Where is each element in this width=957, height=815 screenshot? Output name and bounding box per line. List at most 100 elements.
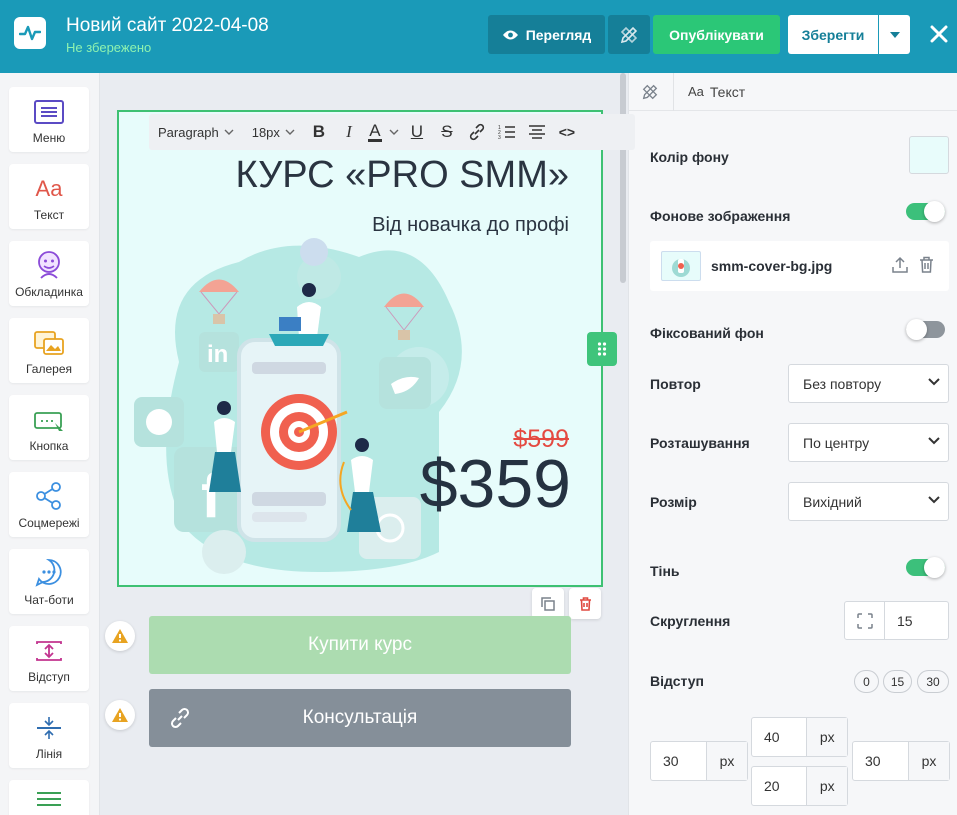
design-tools-button[interactable] bbox=[608, 15, 650, 54]
chevron-down-icon bbox=[928, 496, 940, 504]
sidebar-item-cover[interactable]: Обкладинка bbox=[9, 241, 89, 306]
text-color-button[interactable]: A bbox=[364, 117, 386, 147]
publish-button[interactable]: Опублікувати bbox=[653, 15, 780, 54]
sidebar-item-button[interactable]: Кнопка bbox=[9, 395, 89, 460]
repeat-label: Повтор bbox=[650, 376, 701, 392]
padding-top-input[interactable]: 40 bbox=[752, 718, 806, 756]
trash-icon[interactable] bbox=[919, 256, 934, 273]
padding-unit: px bbox=[705, 742, 747, 780]
shadow-toggle[interactable] bbox=[906, 557, 945, 578]
save-button[interactable]: Зберегти bbox=[788, 15, 878, 54]
preview-button[interactable]: Перегляд bbox=[488, 15, 605, 54]
ordered-list-button[interactable]: 123 bbox=[492, 117, 522, 147]
font-size-select[interactable]: 18px bbox=[243, 125, 304, 140]
padding-preset-0[interactable]: 0 bbox=[854, 670, 879, 693]
sidebar-item-spacing[interactable]: Відступ bbox=[9, 626, 89, 691]
consultation-button[interactable]: Консультація bbox=[149, 689, 571, 747]
chevron-down-icon bbox=[928, 437, 940, 445]
text-icon: Aa bbox=[35, 176, 63, 201]
bg-image-toggle[interactable] bbox=[906, 201, 945, 222]
padding-left-input[interactable]: 30 bbox=[651, 742, 706, 780]
list-icon bbox=[37, 792, 61, 806]
radius-input[interactable]: 15 bbox=[884, 601, 949, 640]
text-color-dropdown[interactable] bbox=[386, 117, 402, 147]
sidebar-item-label: Соцмережі bbox=[18, 516, 80, 530]
radius-mode-button[interactable] bbox=[844, 601, 885, 640]
cover-subtitle[interactable]: Від новачка до профі bbox=[269, 214, 569, 237]
delete-block-button[interactable] bbox=[569, 588, 601, 619]
sidebar-item-line[interactable]: Лінія bbox=[9, 703, 89, 768]
link-button[interactable] bbox=[462, 117, 492, 147]
divider-icon bbox=[37, 717, 61, 739]
caret-down-icon bbox=[889, 31, 900, 38]
font-size-label: 18px bbox=[251, 124, 280, 140]
padding-unit: px bbox=[806, 767, 847, 805]
padding-bottom-input[interactable]: 20 bbox=[752, 767, 806, 805]
bold-icon: B bbox=[312, 122, 326, 141]
padding-right-input[interactable]: 30 bbox=[853, 742, 908, 780]
menu-icon bbox=[34, 100, 64, 124]
radius-label: Скруглення bbox=[650, 613, 731, 629]
cover-title[interactable]: КУРС «PRO SMM» bbox=[199, 154, 569, 197]
padding-top-field[interactable]: 40 px bbox=[751, 717, 848, 757]
bg-image-label: Фонове зображення bbox=[650, 208, 791, 224]
preview-label: Перегляд bbox=[525, 26, 592, 43]
design-tools-icon[interactable] bbox=[641, 83, 659, 101]
repeat-select[interactable]: Без повтору bbox=[788, 364, 949, 403]
gallery-icon bbox=[34, 331, 64, 355]
close-button[interactable] bbox=[924, 19, 954, 49]
sidebar-item-text[interactable]: Aa Текст bbox=[9, 164, 89, 229]
sidebar-item-more[interactable] bbox=[9, 780, 89, 815]
drag-handle[interactable] bbox=[587, 332, 617, 366]
upload-icon[interactable] bbox=[892, 256, 908, 274]
warning-badge[interactable] bbox=[105, 621, 135, 651]
bg-color-swatch[interactable] bbox=[909, 136, 949, 174]
paragraph-select[interactable]: Paragraph bbox=[149, 125, 243, 140]
sidebar-item-social[interactable]: Соцмережі bbox=[9, 472, 89, 537]
chevron-down-icon bbox=[928, 378, 940, 386]
strikethrough-button[interactable]: S bbox=[432, 117, 462, 147]
chevron-down-icon bbox=[224, 129, 234, 135]
italic-icon: I bbox=[346, 122, 352, 141]
underline-button[interactable]: U bbox=[402, 117, 432, 147]
padding-preset-30[interactable]: 30 bbox=[917, 670, 949, 693]
eye-icon bbox=[502, 30, 518, 39]
size-select[interactable]: Вихідний bbox=[788, 482, 949, 521]
buy-course-button[interactable]: Купити курс bbox=[149, 616, 571, 674]
padding-right-field[interactable]: 30 px bbox=[852, 741, 950, 781]
padding-bottom-field[interactable]: 20 px bbox=[751, 766, 848, 806]
warning-badge[interactable] bbox=[105, 700, 135, 730]
padding-left-field[interactable]: 30 px bbox=[650, 741, 748, 781]
spacing-icon bbox=[36, 641, 62, 661]
italic-button[interactable]: I bbox=[334, 117, 364, 147]
position-select[interactable]: По центру bbox=[788, 423, 949, 462]
text-format-toolbar: Paragraph 18px B I A U S 123 <> bbox=[149, 114, 635, 150]
align-button[interactable] bbox=[522, 117, 552, 147]
duplicate-button[interactable] bbox=[532, 588, 564, 619]
color-underline bbox=[367, 138, 382, 142]
copy-icon bbox=[541, 596, 555, 611]
sidebar-item-menu[interactable]: Меню bbox=[9, 87, 89, 152]
save-options-button[interactable] bbox=[879, 15, 910, 54]
link-icon bbox=[170, 707, 190, 729]
sidebar-item-label: Кнопка bbox=[29, 439, 69, 453]
position-value: По центру bbox=[803, 434, 870, 451]
code-button[interactable]: <> bbox=[552, 117, 582, 147]
sidebar-item-chatbots[interactable]: Чат-боти bbox=[9, 549, 89, 614]
fixed-bg-toggle[interactable] bbox=[906, 319, 945, 340]
padding-preset-15[interactable]: 15 bbox=[883, 670, 912, 693]
sidebar-item-gallery[interactable]: Галерея bbox=[9, 318, 89, 383]
warning-icon bbox=[112, 629, 128, 643]
canvas-scrollbar[interactable] bbox=[620, 73, 626, 283]
bold-button[interactable]: B bbox=[304, 117, 334, 147]
breadcrumb-current[interactable]: Текст bbox=[710, 84, 745, 100]
sidebar-item-label: Текст bbox=[33, 208, 65, 222]
new-price[interactable]: $359 bbox=[389, 445, 571, 523]
bg-image-file: smm-cover-bg.jpg bbox=[650, 241, 949, 291]
link-icon bbox=[469, 123, 485, 141]
pencil-ruler-icon bbox=[620, 26, 638, 43]
logo-icon[interactable] bbox=[14, 17, 46, 49]
position-label: Розташування bbox=[650, 435, 750, 451]
cover-block[interactable]: in f КУРС «PRO SMM» Від новачка до профі… bbox=[117, 110, 603, 587]
editor-canvas: in f КУРС «PRO SMM» Від новачка до профі… bbox=[100, 73, 628, 815]
